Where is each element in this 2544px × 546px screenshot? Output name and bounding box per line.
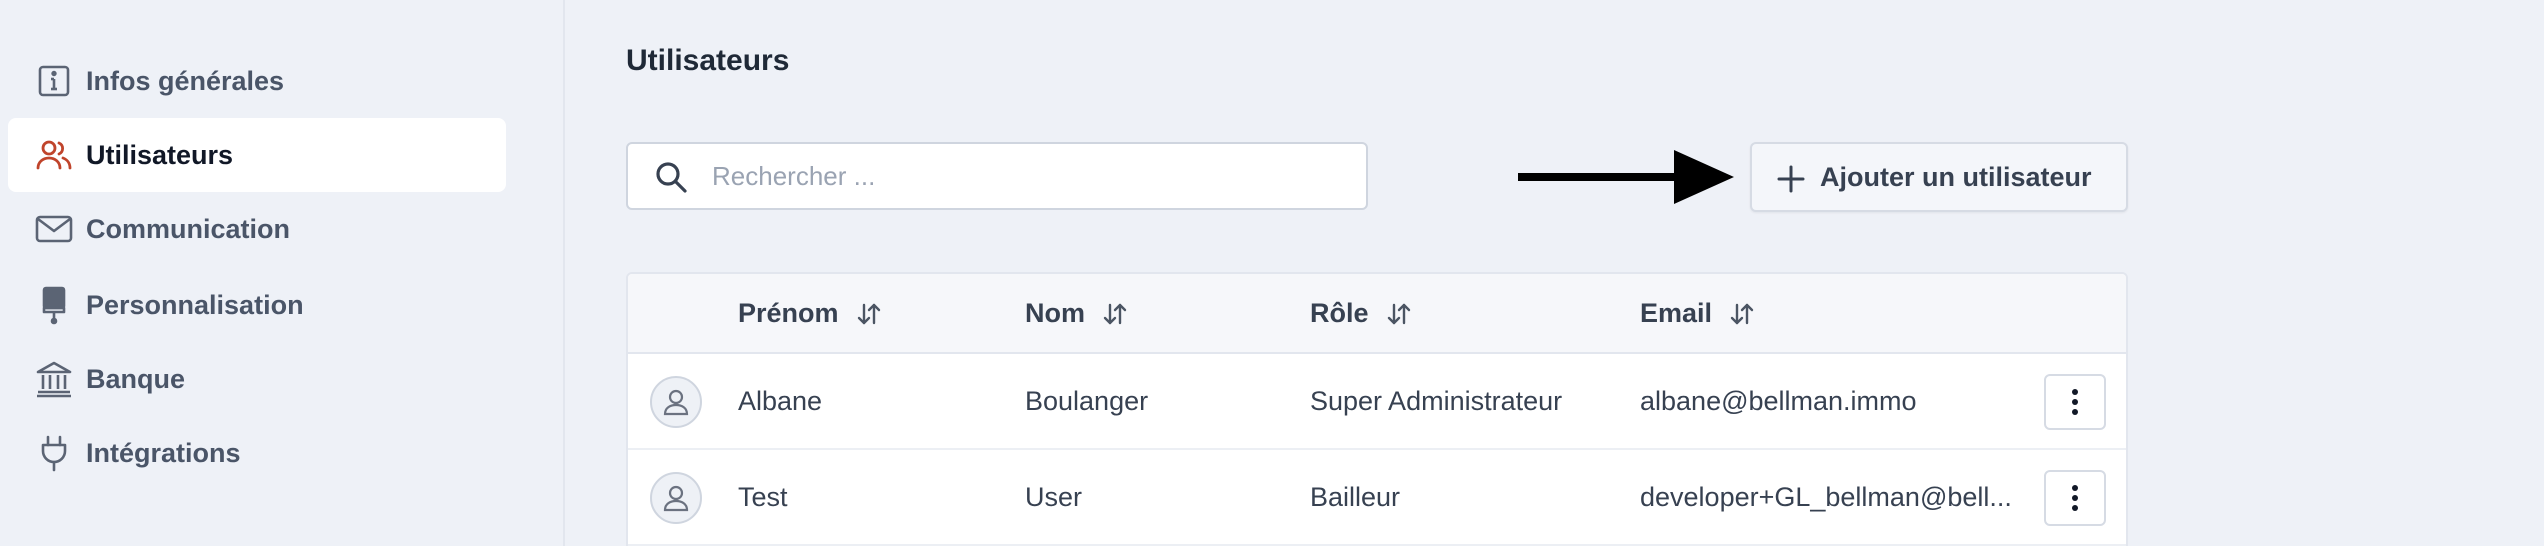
plug-icon — [28, 427, 80, 479]
brush-icon — [28, 279, 80, 331]
table-header: Prénom Nom Rôle Email — [628, 274, 2126, 354]
mail-icon — [28, 203, 80, 255]
cell-email: albane@bellman.immo — [1640, 386, 1917, 416]
sidebar-item-label: Infos générales — [86, 65, 285, 96]
page-title: Utilisateurs — [626, 44, 790, 77]
more-vertical-icon — [2072, 485, 2078, 511]
user-icon — [663, 389, 689, 416]
sidebar-item-infos-generales[interactable]: Infos générales — [8, 44, 506, 118]
row-menu-button[interactable] — [2044, 374, 2106, 430]
cell-role: Bailleur — [1310, 482, 1401, 512]
row-menu-button[interactable] — [2044, 470, 2106, 526]
user-icon — [663, 485, 689, 512]
sidebar-item-label: Personnalisation — [86, 289, 304, 320]
cell-first-name: Albane — [738, 386, 823, 416]
column-header-email[interactable]: Email — [1640, 298, 1756, 329]
sidebar-item-label: Intégrations — [86, 437, 241, 468]
cell-last-name: User — [1025, 482, 1083, 512]
cell-email: developer+GL_bellman@bell... — [1640, 482, 2012, 512]
sidebar-item-personnalisation[interactable]: Personnalisation — [8, 268, 506, 342]
sidebar-item-integrations[interactable]: Intégrations — [8, 416, 506, 490]
plus-icon — [1777, 165, 1805, 193]
app: Infos générales Utilisateurs Communicati… — [0, 0, 2544, 546]
table-row[interactable]: Test User Bailleur developer+GL_bellman@… — [628, 450, 2126, 546]
sidebar: Infos générales Utilisateurs Communicati… — [0, 0, 565, 546]
sidebar-item-communication[interactable]: Communication — [8, 192, 506, 266]
add-user-button[interactable]: Ajouter un utilisateur — [1750, 142, 2128, 212]
bank-icon — [28, 353, 80, 405]
sort-icon — [1730, 303, 1754, 324]
cell-last-name: Boulanger — [1025, 386, 1149, 416]
cell-first-name: Test — [738, 482, 788, 512]
sidebar-item-label: Banque — [86, 363, 186, 394]
info-icon — [28, 55, 80, 107]
sidebar-item-banque[interactable]: Banque — [8, 342, 506, 416]
table-row[interactable]: Albane Boulanger Super Administrateur al… — [628, 354, 2126, 450]
users-icon — [28, 129, 80, 181]
column-header-role[interactable]: Rôle — [1310, 298, 1413, 329]
sort-icon — [1103, 303, 1127, 324]
avatar — [650, 376, 702, 428]
column-header-nom[interactable]: Nom — [1025, 298, 1129, 329]
add-user-button-label: Ajouter un utilisateur — [1820, 161, 2092, 192]
search-icon — [656, 162, 687, 193]
more-vertical-icon — [2072, 389, 2078, 415]
users-table: Prénom Nom Rôle Email Albane Boulanger S… — [626, 272, 2128, 546]
sidebar-item-utilisateurs[interactable]: Utilisateurs — [8, 118, 506, 192]
sort-icon — [1387, 303, 1410, 324]
sidebar-item-label: Utilisateurs — [86, 139, 234, 170]
search-box[interactable] — [626, 142, 1368, 210]
cell-role: Super Administrateur — [1310, 386, 1563, 416]
column-header-prenom[interactable]: Prénom — [738, 298, 883, 329]
sidebar-item-label: Communication — [86, 213, 291, 244]
sort-icon — [857, 303, 880, 324]
avatar — [650, 472, 702, 524]
arrow-right-icon — [1518, 150, 1734, 204]
search-input[interactable] — [712, 144, 1352, 208]
